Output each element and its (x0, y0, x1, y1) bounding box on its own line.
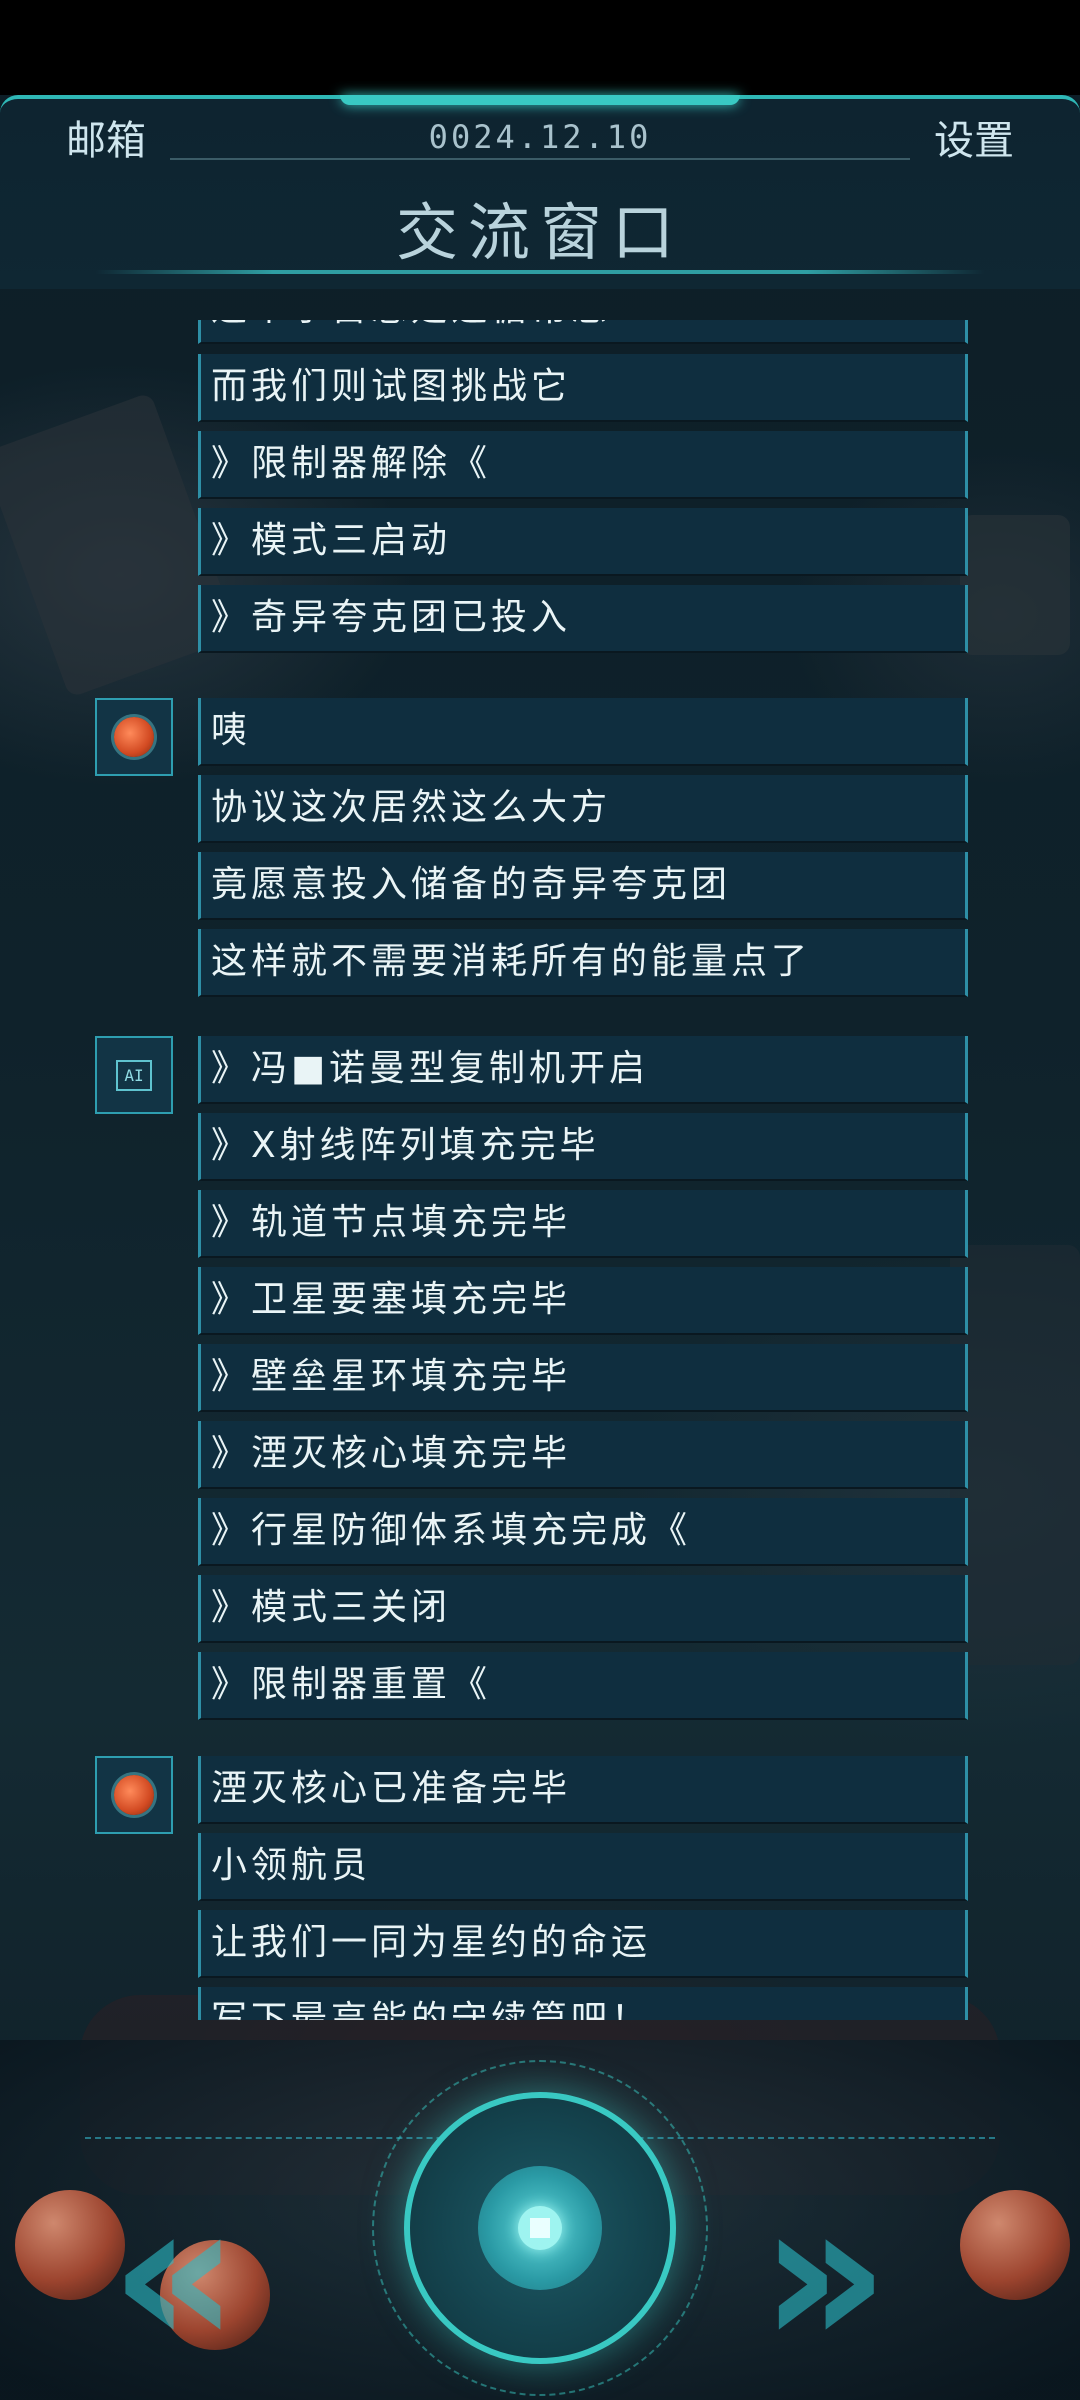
page-title: 交流窗口 (395, 196, 684, 269)
chat-message: 》湮灭核心填充完毕 (198, 1421, 968, 1489)
chat-message: 》卫星要塞填充完毕 (198, 1267, 968, 1335)
settings-button[interactable]: 设置 (934, 108, 1014, 166)
dial-core-square (530, 2218, 550, 2238)
chat-message: 》奇异夸克团已投入 (198, 585, 968, 653)
chat-message: 让我们一同为星约的命运 (198, 1910, 968, 1978)
red-brain-icon[interactable] (95, 1756, 173, 1834)
chat-message: 竟愿意投入储备的奇异夸克团 (198, 852, 968, 920)
chat-message: 这样就不需要消耗所有的能量点了 (198, 929, 968, 997)
chat-message: 湮灭核心已准备完毕 (198, 1756, 968, 1824)
chat-message: 》壁垒星环填充完毕 (198, 1344, 968, 1412)
date-display: 0024.12.10 (428, 118, 652, 156)
ai-chip-icon[interactable]: AI (95, 1036, 173, 1114)
header-glow (340, 95, 740, 105)
red-brain-icon[interactable] (95, 698, 173, 776)
chat-message: 》X射线阵列填充完毕 (198, 1113, 968, 1181)
chat-message: 》模式三启动 (198, 508, 968, 576)
title-underline (95, 270, 985, 274)
chat-message: 咦 (198, 698, 968, 766)
chat-message: 小领航员 (198, 1833, 968, 1901)
chat-log[interactable]: 这个宇宙总是遵循常态 而我们则试图挑战它 》限制器解除《 》模式三启动 》奇异夸… (0, 320, 1080, 2020)
chat-message: 这个宇宙总是遵循常态 (198, 320, 968, 344)
orb-decoration (960, 2190, 1070, 2300)
chat-message: 》限制器重置《 (198, 1652, 968, 1720)
double-chevron-right-icon[interactable]: » (760, 2175, 889, 2375)
header-divider (170, 158, 910, 160)
chat-message: 》限制器解除《 (198, 431, 968, 499)
double-chevron-left-icon[interactable]: « (110, 2175, 239, 2375)
chat-message: 》冯■诺曼型复制机开启 (198, 1036, 968, 1104)
status-bar (0, 0, 1080, 95)
chat-message: 而我们则试图挑战它 (198, 354, 968, 422)
chat-message: 》轨道节点填充完毕 (198, 1190, 968, 1258)
orb-decoration (15, 2190, 125, 2300)
chat-message: 写下最高能的守续篇吧！ (198, 1987, 968, 2020)
chat-message: 》行星防御体系填充完成《 (198, 1498, 968, 1566)
chat-message: 》模式三关闭 (198, 1575, 968, 1643)
chat-message: 协议这次居然这么大方 (198, 775, 968, 843)
